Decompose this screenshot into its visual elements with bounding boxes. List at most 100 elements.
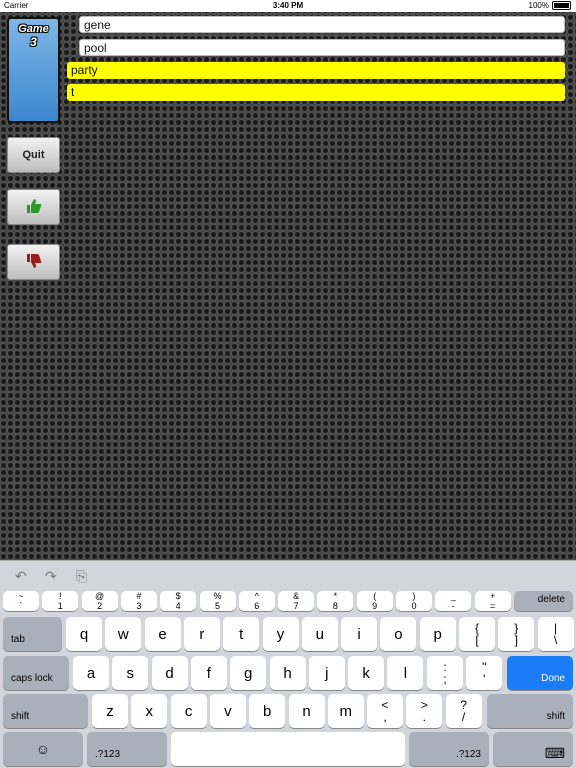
- key-e[interactable]: e: [144, 617, 181, 651]
- word-field-1: gene: [79, 16, 565, 33]
- num-key-8[interactable]: * 8: [317, 591, 354, 611]
- status-bar: Carrier 3:40 PM 100%: [0, 0, 576, 12]
- thumbs-up-button[interactable]: [7, 189, 60, 225]
- battery-icon: [552, 1, 571, 10]
- battery-indicator: 100%: [529, 1, 571, 10]
- num-key-7-glyph: 7: [293, 601, 299, 611]
- num-key-4[interactable]: $4: [160, 591, 197, 611]
- game-number: 3: [30, 35, 37, 49]
- num-key--[interactable]: _ -: [435, 591, 472, 611]
- symbol-key-r4-0-glyph: ,: [383, 710, 387, 724]
- symbol-key-r3-0[interactable]: :;: [427, 656, 463, 690]
- key-j[interactable]: j: [308, 656, 345, 690]
- numbers-key-left[interactable]: .?123: [87, 732, 167, 766]
- num-key-6-glyph: 6: [254, 601, 260, 611]
- key-t[interactable]: t: [223, 617, 260, 651]
- num-key-9-glyph: (: [373, 591, 377, 601]
- symbol-key-r4-1[interactable]: >.: [406, 694, 443, 728]
- num-key-9[interactable]: (9: [356, 591, 393, 611]
- done-key[interactable]: Done: [507, 656, 573, 690]
- num-key---glyph: _: [450, 591, 456, 601]
- key-k[interactable]: k: [348, 656, 385, 690]
- key-y[interactable]: y: [262, 617, 299, 651]
- key-u[interactable]: u: [301, 617, 338, 651]
- key-i[interactable]: i: [341, 617, 378, 651]
- symbol-key-1[interactable]: }]: [498, 617, 535, 651]
- num-key-0-glyph: 0: [411, 601, 417, 611]
- key-l[interactable]: l: [387, 656, 424, 690]
- key-m[interactable]: m: [327, 694, 364, 728]
- symbol-key-r4-2[interactable]: ? /: [445, 694, 482, 728]
- symbol-key-2-glyph: \: [553, 633, 558, 647]
- key-d[interactable]: d: [151, 656, 188, 690]
- game-label: Game: [18, 23, 49, 35]
- key-c[interactable]: c: [170, 694, 207, 728]
- battery-percent: 100%: [528, 1, 549, 10]
- key-w[interactable]: w: [105, 617, 142, 651]
- caps-lock-key[interactable]: caps lock: [3, 656, 69, 690]
- num-key-3-glyph: 3: [136, 601, 142, 611]
- num-key-3[interactable]: #3: [120, 591, 157, 611]
- hide-keyboard-key[interactable]: ⌨: [493, 732, 573, 766]
- key-o[interactable]: o: [380, 617, 417, 651]
- key-r[interactable]: r: [183, 617, 220, 651]
- space-key[interactable]: [171, 732, 405, 766]
- num-key-2-glyph: 2: [97, 601, 103, 611]
- symbol-key-r4-2-glyph: /: [461, 710, 466, 724]
- num-key-5[interactable]: % 5: [199, 591, 236, 611]
- quit-button[interactable]: Quit: [7, 137, 60, 173]
- word-input[interactable]: t: [67, 84, 565, 101]
- key-v[interactable]: v: [209, 694, 246, 728]
- key-p[interactable]: p: [419, 617, 456, 651]
- num-key---glyph: -: [451, 601, 455, 611]
- undo-icon[interactable]: ↶: [15, 568, 27, 585]
- num-key-=[interactable]: + =: [474, 591, 511, 611]
- key-b[interactable]: b: [249, 694, 286, 728]
- key-h[interactable]: h: [269, 656, 306, 690]
- right-shift-key[interactable]: shift: [487, 694, 573, 728]
- num-key-2-glyph: @: [95, 591, 105, 601]
- game-indicator: Game 3: [7, 17, 60, 123]
- symbol-key-r3-0-glyph: ;: [443, 672, 447, 686]
- num-key-5-glyph: %: [213, 591, 222, 601]
- num-key-0[interactable]: ) 0: [396, 591, 432, 611]
- key-f[interactable]: f: [190, 656, 227, 690]
- tab-key[interactable]: tab: [3, 617, 62, 651]
- num-key-1-glyph: !: [59, 591, 62, 601]
- paste-icon[interactable]: ⎘: [76, 568, 87, 585]
- symbol-key-r4-1-glyph: .: [422, 710, 426, 724]
- num-key-2[interactable]: @2: [81, 591, 118, 611]
- num-key-9-glyph: 9: [372, 601, 378, 611]
- thumbs-down-button[interactable]: [7, 244, 60, 280]
- symbol-key-0[interactable]: {[: [459, 617, 495, 651]
- symbol-key-r3-1[interactable]: " ': [466, 656, 503, 690]
- key-n[interactable]: n: [288, 694, 325, 728]
- delete-key[interactable]: delete: [514, 591, 573, 611]
- num-key-7-glyph: &: [293, 591, 300, 601]
- num-key-1-glyph: 1: [57, 601, 63, 611]
- key-x[interactable]: x: [131, 694, 168, 728]
- symbol-key-1-glyph: ]: [514, 633, 518, 647]
- thumbs-up-icon: [26, 198, 42, 217]
- key-s[interactable]: s: [112, 656, 149, 690]
- key-z[interactable]: z: [92, 694, 128, 728]
- numbers-key-right[interactable]: .?123: [409, 732, 489, 766]
- clock: 3:40 PM: [272, 1, 304, 10]
- num-key-8-glyph: *: [333, 591, 338, 601]
- word-field-3: party: [67, 62, 565, 79]
- redo-icon[interactable]: ↷: [45, 568, 57, 585]
- num-key-=-glyph: +: [489, 591, 496, 601]
- key-q[interactable]: q: [66, 617, 102, 651]
- left-shift-key[interactable]: shift: [3, 694, 88, 728]
- key-g[interactable]: g: [230, 656, 267, 690]
- num-key-7[interactable]: & 7: [278, 591, 315, 611]
- symbol-key-r4-0[interactable]: <,: [367, 694, 403, 728]
- symbol-key-2[interactable]: | \: [537, 617, 574, 651]
- key-a[interactable]: a: [73, 656, 109, 690]
- num-key-1[interactable]: ! 1: [42, 591, 79, 611]
- symbol-key-r3-1-glyph: ': [483, 672, 486, 686]
- num-key-`[interactable]: ~ `: [3, 591, 39, 611]
- num-key-6[interactable]: ^ 6: [238, 591, 275, 611]
- emoji-key[interactable]: ☺: [3, 732, 83, 766]
- thumbs-down-icon: [26, 253, 42, 272]
